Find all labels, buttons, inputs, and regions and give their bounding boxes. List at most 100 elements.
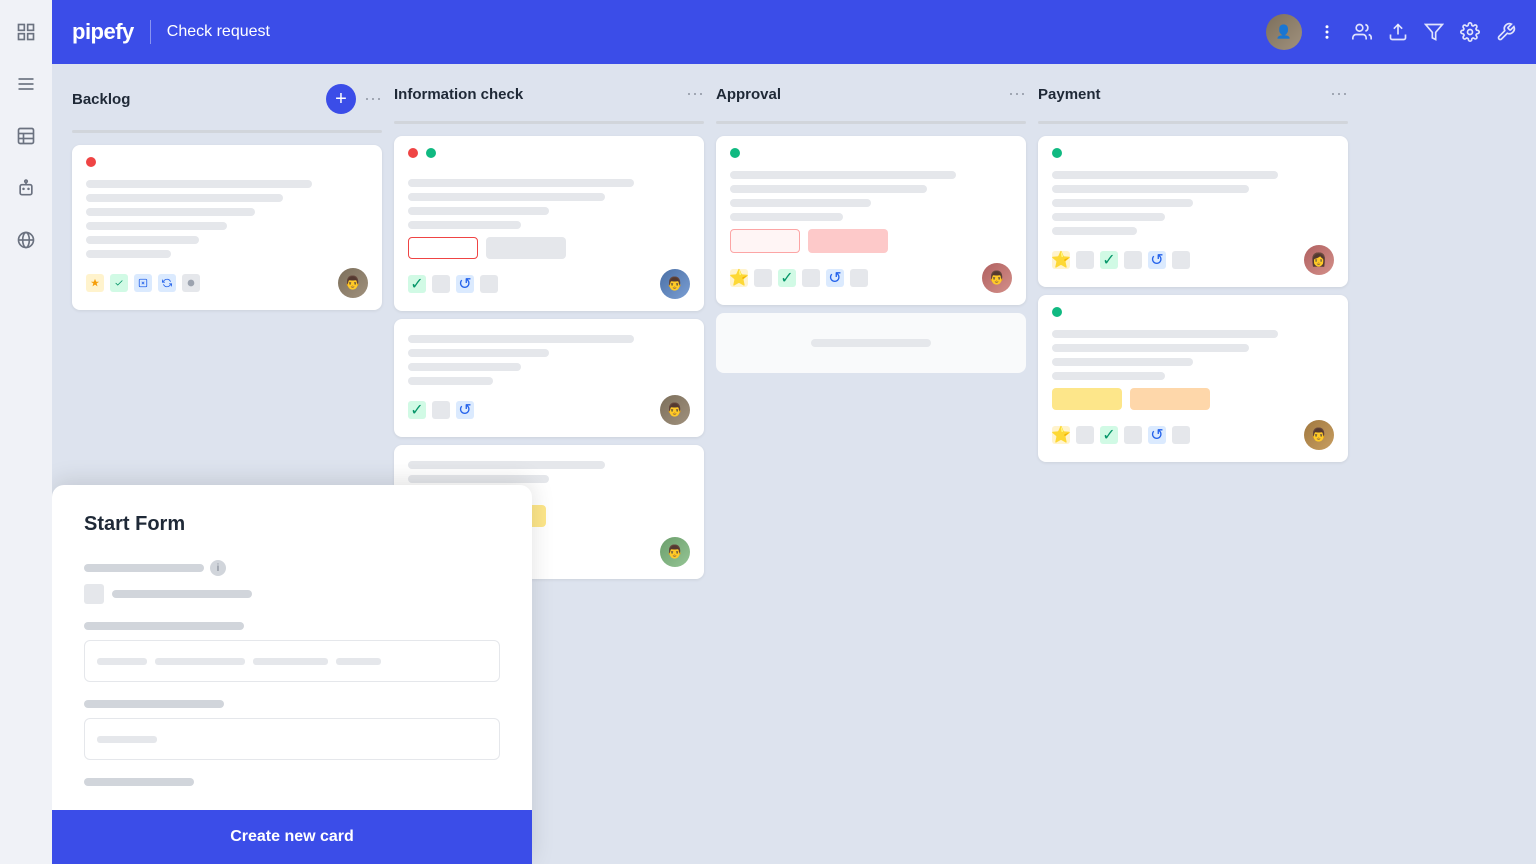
card-info-1[interactable]: ✓ ↺ 👨 (394, 136, 704, 311)
filter-icon[interactable] (1424, 22, 1444, 42)
card-icon (480, 275, 498, 293)
form-second-label (84, 700, 224, 708)
column-title-backlog: Backlog (72, 91, 130, 108)
form-sub-row (84, 584, 500, 604)
avatar-face: 👨 (338, 268, 368, 298)
card-icon (432, 275, 450, 293)
sidebar (0, 0, 52, 864)
card-line (408, 475, 549, 483)
form-small-input[interactable] (84, 718, 500, 760)
column-payment: Payment ⋯ ⭐ ✓ ↺ (1038, 80, 1348, 848)
card-line (1052, 199, 1193, 207)
card-footer: 👨 (86, 268, 368, 298)
card-tag (408, 237, 478, 259)
avatar-face: 👨 (1304, 420, 1334, 450)
card-dot-green (730, 148, 740, 158)
card-line (730, 199, 871, 207)
card-avatar: 👩 (1304, 245, 1334, 275)
avatar-face: 👨 (660, 269, 690, 299)
card-line (1052, 227, 1137, 235)
more-options-icon[interactable] (1318, 23, 1336, 41)
card-payment-2[interactable]: ⭐ ✓ ↺ 👨 (1038, 295, 1348, 462)
card-icon: ↺ (1148, 251, 1166, 269)
card-tag (1130, 388, 1210, 410)
card-icon (432, 401, 450, 419)
main-content: pipefy Check request 👤 (52, 0, 1536, 864)
card-icon (110, 274, 128, 292)
export-icon[interactable] (1388, 22, 1408, 42)
input-placeholder-bars (97, 658, 381, 665)
column-underline-approval (716, 121, 1026, 124)
card-backlog-1[interactable]: 👨 (72, 145, 382, 310)
create-new-card-button[interactable]: Create new card (230, 828, 354, 846)
card-icon: ⭐ (1052, 426, 1070, 444)
card-line (408, 335, 634, 343)
card-approval-1[interactable]: ⭐ ✓ ↺ 👨 (716, 136, 1026, 305)
users-icon[interactable] (1352, 22, 1372, 42)
card-line (1052, 171, 1278, 179)
card-icon: ↺ (456, 275, 474, 293)
sidebar-icon-list[interactable] (10, 68, 42, 100)
card-line (1052, 372, 1165, 380)
column-more-info[interactable]: ⋯ (686, 84, 704, 105)
card-footer: ⭐ ✓ ↺ 👨 (730, 263, 1012, 293)
card-line (86, 194, 283, 202)
sidebar-icon-table[interactable] (10, 120, 42, 152)
form-label-bar (84, 564, 204, 572)
card-tag (1052, 388, 1122, 410)
card-avatar: 👨 (338, 268, 368, 298)
card-icon (182, 274, 200, 292)
card-line (86, 236, 199, 244)
card-tag (808, 229, 888, 253)
card-icon: ↺ (456, 401, 474, 419)
input-ph-bar (155, 658, 245, 665)
card-line (1052, 185, 1249, 193)
form-row-2 (84, 622, 500, 682)
sidebar-icon-grid[interactable] (10, 16, 42, 48)
card-line (1052, 330, 1278, 338)
sidebar-icon-robot[interactable] (10, 172, 42, 204)
add-card-button-backlog[interactable]: + (326, 84, 356, 114)
card-footer: ✓ ↺ 👨 (408, 269, 690, 299)
card-icon (1124, 251, 1142, 269)
empty-line (811, 339, 931, 347)
card-footer: ✓ ↺ 👨 (408, 395, 690, 425)
settings-icon[interactable] (1460, 22, 1480, 42)
column-more-backlog[interactable]: ⋯ (364, 89, 382, 110)
card-line (86, 222, 227, 230)
avatar-face: 👨 (982, 263, 1012, 293)
card-line (1052, 344, 1249, 352)
card-icons (86, 274, 200, 292)
card-icon (86, 274, 104, 292)
wrench-icon[interactable] (1496, 22, 1516, 42)
form-sub-bar (112, 590, 252, 598)
card-avatar: 👨 (1304, 420, 1334, 450)
card-icon (1076, 251, 1094, 269)
card-icon (158, 274, 176, 292)
card-icon: ⭐ (730, 269, 748, 287)
form-footer: Create new card (52, 810, 532, 864)
card-dot-green (426, 148, 436, 158)
card-icon: ✓ (1100, 251, 1118, 269)
form-title: Start Form (84, 513, 500, 536)
card-line (408, 193, 605, 201)
card-payment-1[interactable]: ⭐ ✓ ↺ 👩 (1038, 136, 1348, 287)
card-line (730, 213, 843, 221)
card-icons: ⭐ ✓ ↺ (1052, 426, 1190, 444)
logo: pipefy (72, 19, 134, 45)
column-title-approval: Approval (716, 86, 781, 103)
card-icons: ✓ ↺ (408, 275, 498, 293)
avatar-header: 👤 (1266, 14, 1302, 50)
form-text-input[interactable] (84, 640, 500, 682)
column-more-payment[interactable]: ⋯ (1330, 84, 1348, 105)
sidebar-icon-globe[interactable] (10, 224, 42, 256)
input-ph-bar (97, 658, 147, 665)
input-ph-bar (253, 658, 328, 665)
card-line (730, 171, 956, 179)
avatar-face: 👩 (1304, 245, 1334, 275)
column-header-info: Information check ⋯ (394, 80, 704, 113)
column-title-info: Information check (394, 86, 523, 103)
column-more-approval[interactable]: ⋯ (1008, 84, 1026, 105)
card-icon: ↺ (826, 269, 844, 287)
card-info-2[interactable]: ✓ ↺ 👨 (394, 319, 704, 437)
